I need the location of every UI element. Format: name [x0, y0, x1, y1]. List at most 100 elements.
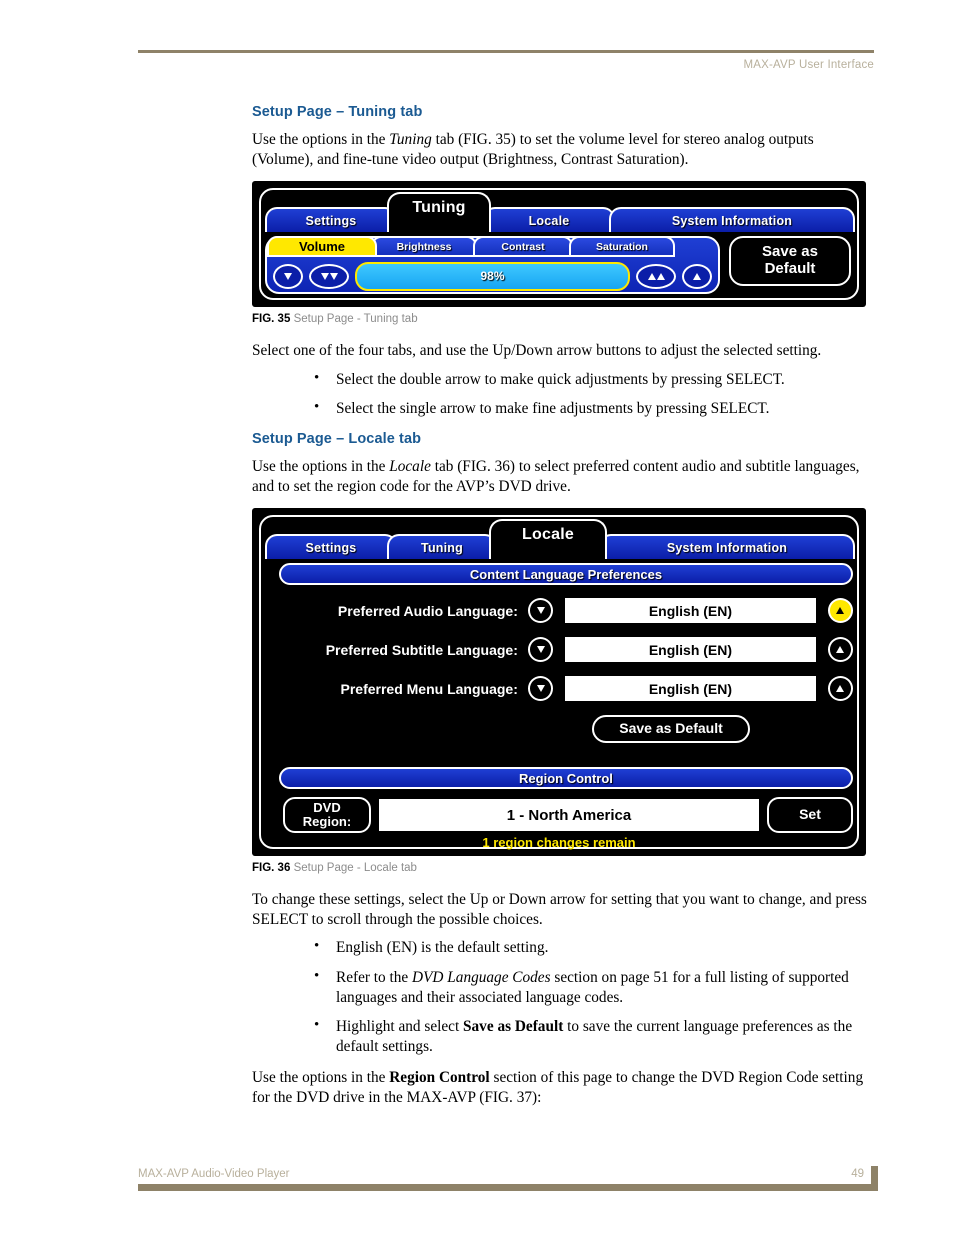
figure-number-35: FIG. 35 [252, 313, 291, 326]
arrow-down-icon [536, 685, 545, 693]
arrow-down-icon [536, 646, 545, 654]
bullet-list-locale: English (EN) is the default setting. Ref… [252, 937, 870, 1056]
label-preferred-audio-language: Preferred Audio Language: [337, 602, 518, 619]
label-preferred-menu-language: Preferred Menu Language: [340, 680, 518, 697]
heading-setup-locale: Setup Page – Locale tab [252, 430, 422, 447]
figure-caption-35: FIG. 35 Setup Page - Tuning tab [252, 313, 870, 325]
dvd-region-label-button[interactable]: DVD Region: [283, 797, 371, 834]
figure-number-36: FIG. 36 [252, 862, 291, 875]
intro-paragraph-locale: Use the options in the Locale tab (FIG. … [252, 457, 870, 496]
header-running-title: MAX-AVP User Interface [743, 59, 874, 71]
arrow-up-icon [836, 607, 845, 615]
list-item: Refer to the DVD Language Codes section … [314, 967, 870, 1007]
volume-slider[interactable]: 98% [355, 261, 630, 291]
bullet-list-tuning: Select the double arrow to make quick ad… [252, 369, 870, 419]
intro-text-italic: Tuning [389, 131, 432, 148]
dvd-region-line2: Region: [302, 814, 352, 830]
tuning-control-group: Volume Brightness Contrast Saturation 98… [265, 236, 720, 295]
footer-edge-tab [871, 1166, 878, 1191]
intro-text-a: Use the options in the [252, 131, 390, 148]
region-changes-remaining-note: 1 region changes remain [482, 835, 636, 851]
increase-quick-button[interactable] [636, 263, 676, 289]
subtitle-language-up-button[interactable] [827, 637, 853, 663]
osd-panel-locale: Settings Tuning Locale System Informatio… [259, 515, 859, 851]
save-as-default-button-tuning[interactable]: Save as Default [729, 236, 851, 287]
bullet-text-bold: Save as Default [463, 1018, 564, 1036]
row-dvd-region: DVD Region: 1 - North America Set [283, 797, 853, 834]
save-as-default-line2: Default [764, 260, 816, 278]
arrow-up-icon [693, 272, 701, 280]
tab-settings[interactable]: Settings [265, 534, 397, 560]
subtitle-language-down-button[interactable] [527, 637, 554, 663]
footer-rule [138, 1166, 878, 1191]
heading-setup-tuning: Setup Page – Tuning tab [252, 104, 423, 120]
arrow-up-double-icon [656, 272, 665, 280]
footer-doc-title: MAX-AVP Audio-Video Player [138, 1168, 290, 1180]
tab-system-information[interactable]: System Information [609, 207, 855, 233]
dvd-region-value[interactable]: 1 - North America [379, 799, 759, 832]
section-bar-content-language: Content Language Preferences [279, 563, 853, 586]
audio-language-up-button[interactable] [827, 598, 853, 624]
arrow-up-icon [836, 646, 845, 654]
locale-intro-italic: Locale [389, 457, 431, 475]
arrow-down-double-icon [320, 272, 329, 280]
tab-tuning[interactable]: Tuning [387, 534, 497, 560]
row-preferred-subtitle-language: Preferred Subtitle Language: English (EN… [283, 636, 853, 663]
set-button[interactable]: Set [767, 797, 853, 834]
closing-paragraph: Use the options in the Region Control se… [252, 1068, 870, 1107]
tab-locale[interactable]: Locale [483, 207, 615, 233]
row-preferred-audio-language: Preferred Audio Language: English (EN) [283, 597, 853, 624]
audio-language-down-button[interactable] [527, 598, 554, 624]
parameter-tabstrip: Volume Brightness Contrast Saturation [267, 236, 718, 258]
arrow-down-icon [536, 607, 545, 615]
list-item: Select the double arrow to make quick ad… [314, 369, 870, 390]
locale-intro-a: Use the options in the [252, 457, 390, 475]
subtitle-language-value[interactable]: English (EN) [565, 637, 816, 663]
menu-language-up-button[interactable] [827, 676, 853, 702]
arrow-up-icon [836, 685, 845, 693]
increase-fine-button[interactable] [682, 263, 712, 289]
bullet-text: English (EN) is the default setting. [336, 939, 549, 957]
param-tab-brightness[interactable]: Brightness [371, 236, 477, 258]
tabstrip-locale: Settings Tuning Locale System Informatio… [261, 517, 857, 560]
list-item: English (EN) is the default setting. [314, 937, 870, 958]
decrease-fine-button[interactable] [273, 263, 303, 289]
header-rule [138, 50, 874, 53]
tab-tuning[interactable]: Tuning [387, 192, 491, 233]
tab-settings[interactable]: Settings [265, 207, 397, 233]
audio-language-value[interactable]: English (EN) [565, 598, 816, 624]
save-as-default-line1: Save as [762, 243, 818, 261]
list-item: Highlight and select Save as Default to … [314, 1016, 870, 1056]
footer-row: MAX-AVP Audio-Video Player 49 [138, 1168, 878, 1184]
list-item: Select the single arrow to make fine adj… [314, 398, 870, 419]
arrow-up-double-icon [647, 272, 656, 280]
tabstrip-tuning: Settings Tuning Locale System Informatio… [261, 190, 857, 233]
decrease-quick-button[interactable] [309, 263, 349, 289]
save-as-default-button-locale[interactable]: Save as Default [592, 715, 750, 744]
closing-text-a: Use the options in the [252, 1069, 390, 1087]
tab-system-information[interactable]: System Information [599, 534, 855, 560]
figure-tuning-tab: Settings Tuning Locale System Informatio… [252, 181, 866, 308]
bullet-text: Refer to the [336, 968, 413, 986]
menu-language-value[interactable]: English (EN) [565, 676, 816, 702]
section-bar-region-control: Region Control [279, 767, 853, 790]
param-tab-saturation[interactable]: Saturation [569, 236, 675, 258]
paragraph-after-fig35: Select one of the four tabs, and use the… [252, 342, 822, 360]
osd-panel-tuning: Settings Tuning Locale System Informatio… [259, 188, 859, 301]
arrow-down-double-icon [329, 272, 338, 280]
param-tab-contrast[interactable]: Contrast [473, 236, 573, 258]
page-footer: MAX-AVP Audio-Video Player 49 [138, 1166, 878, 1191]
page-content: Setup Page – Tuning tab Use the options … [252, 104, 870, 1120]
figure-locale-tab: Settings Tuning Locale System Informatio… [252, 508, 866, 857]
label-preferred-subtitle-language: Preferred Subtitle Language: [325, 641, 518, 658]
closing-text-bold: Region Control [389, 1069, 490, 1087]
menu-language-down-button[interactable] [527, 676, 554, 702]
figure-caption-text-36: Setup Page - Locale tab [293, 862, 417, 875]
row-preferred-menu-language: Preferred Menu Language: English (EN) [283, 675, 853, 702]
param-tab-volume[interactable]: Volume [267, 236, 377, 258]
paragraph-after-fig36: To change these settings, select the Up … [252, 891, 867, 928]
volume-slider-row: 98% [267, 260, 718, 292]
bullet-text: Highlight and select [336, 1018, 464, 1036]
tab-locale[interactable]: Locale [489, 519, 607, 560]
intro-paragraph-tuning: Use the options in the Tuning tab (FIG. … [252, 130, 870, 169]
